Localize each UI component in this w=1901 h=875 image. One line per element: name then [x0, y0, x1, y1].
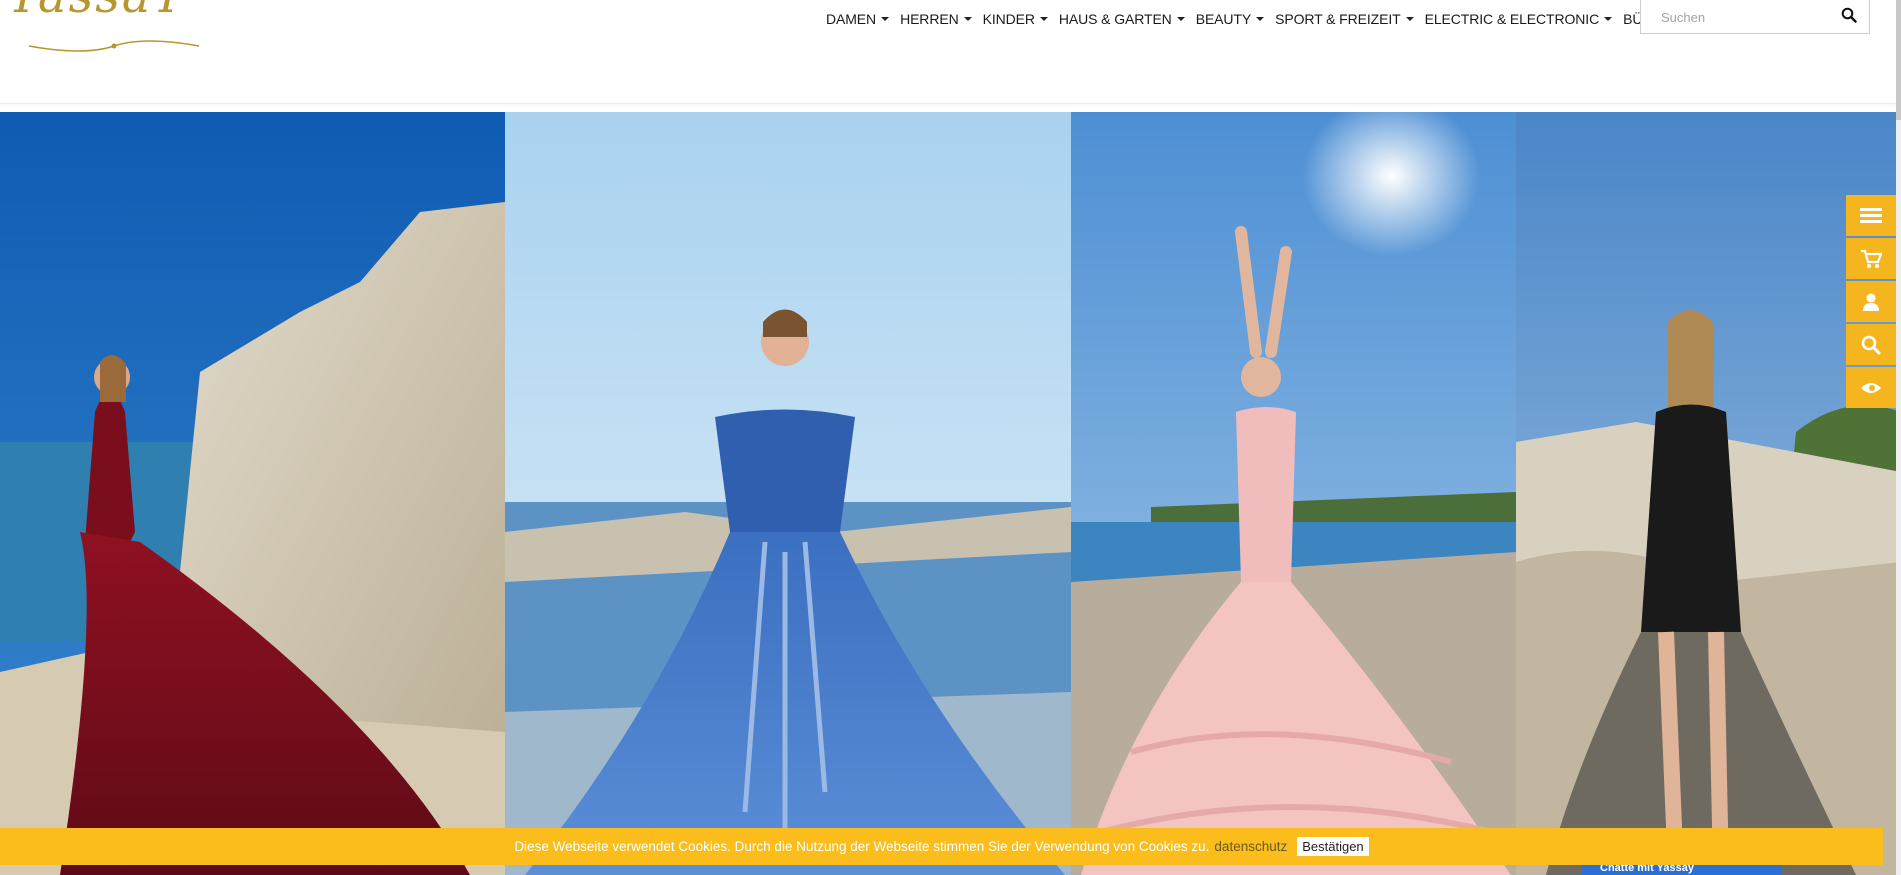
nav-sport-freizeit[interactable]: SPORT & FREIZEIT: [1275, 11, 1414, 27]
nav-label: HERREN: [900, 11, 959, 27]
red-gown-image: [0, 112, 505, 875]
nav-label: SPORT & FREIZEIT: [1275, 11, 1401, 27]
caret-down-icon: [881, 17, 890, 21]
cookie-consent-bar: Diese Webseite verwendet Cookies. Durch …: [0, 828, 1883, 865]
black-dress-image: [1516, 112, 1901, 875]
user-icon: [1863, 293, 1879, 311]
search-tool-button[interactable]: [1846, 324, 1896, 365]
main-navigation: DAMEN HERREN KINDER HAUS & GARTEN BEAUTY…: [826, 9, 1706, 29]
account-button[interactable]: [1846, 281, 1896, 322]
nav-electric-electronic[interactable]: ELECTRIC & ELECTRONIC: [1425, 11, 1613, 27]
nav-label: DAMEN: [826, 11, 877, 27]
search-icon: [1861, 335, 1881, 354]
nav-beauty[interactable]: BEAUTY: [1195, 11, 1265, 27]
nav-damen[interactable]: DAMEN: [826, 11, 890, 27]
cookie-message: Diese Webseite verwendet Cookies. Durch …: [514, 839, 1210, 854]
nav-label: KINDER: [982, 11, 1035, 27]
site-header: YassaY DAMEN HERREN KINDER HAUS & GARTEN…: [0, 0, 1901, 104]
side-toolbar: [1846, 195, 1896, 410]
privacy-link[interactable]: datenschutz: [1214, 839, 1287, 854]
caret-down-icon: [1405, 17, 1414, 21]
hero-image-pink-gown[interactable]: [1071, 112, 1516, 875]
nav-haus-garten[interactable]: HAUS & GARTEN: [1059, 11, 1185, 27]
cart-icon: [1861, 249, 1882, 268]
nav-herren[interactable]: HERREN: [900, 11, 972, 27]
caret-down-icon: [1604, 17, 1613, 21]
logo-flourish-icon: [28, 40, 200, 52]
logo[interactable]: YassaY: [4, 0, 214, 53]
scrollbar-thumb[interactable]: [1896, 0, 1901, 120]
hero-image-red-gown[interactable]: [0, 112, 505, 875]
cookie-accept-button[interactable]: Bestätigen: [1297, 837, 1369, 856]
page-scrollbar[interactable]: [1896, 0, 1901, 875]
cart-button[interactable]: [1846, 238, 1896, 279]
nav-label: ELECTRIC & ELECTRONIC: [1424, 11, 1600, 27]
logo-text: YassaY: [8, 0, 186, 24]
caret-down-icon: [1176, 17, 1185, 21]
nav-label: HAUS & GARTEN: [1058, 11, 1172, 27]
caret-down-icon: [1039, 17, 1048, 21]
hero-banner[interactable]: [0, 112, 1901, 875]
search-button[interactable]: [1841, 7, 1859, 25]
menu-button[interactable]: [1846, 195, 1896, 236]
nav-label: BEAUTY: [1195, 11, 1252, 27]
caret-down-icon: [963, 17, 972, 21]
caret-down-icon: [1256, 17, 1265, 21]
hero-image-black-dress[interactable]: [1516, 112, 1901, 875]
blue-gown-image: [505, 112, 1071, 875]
menu-list-icon: [1860, 207, 1882, 223]
search-icon: [1841, 7, 1857, 23]
eye-icon: [1861, 382, 1881, 393]
nav-kinder[interactable]: KINDER: [983, 11, 1048, 27]
hero-image-blue-gown[interactable]: [505, 112, 1071, 875]
search-input[interactable]: [1659, 7, 1823, 27]
pink-gown-image: [1071, 112, 1516, 875]
header-search: [1640, 0, 1870, 34]
recently-viewed-button[interactable]: [1846, 367, 1896, 408]
